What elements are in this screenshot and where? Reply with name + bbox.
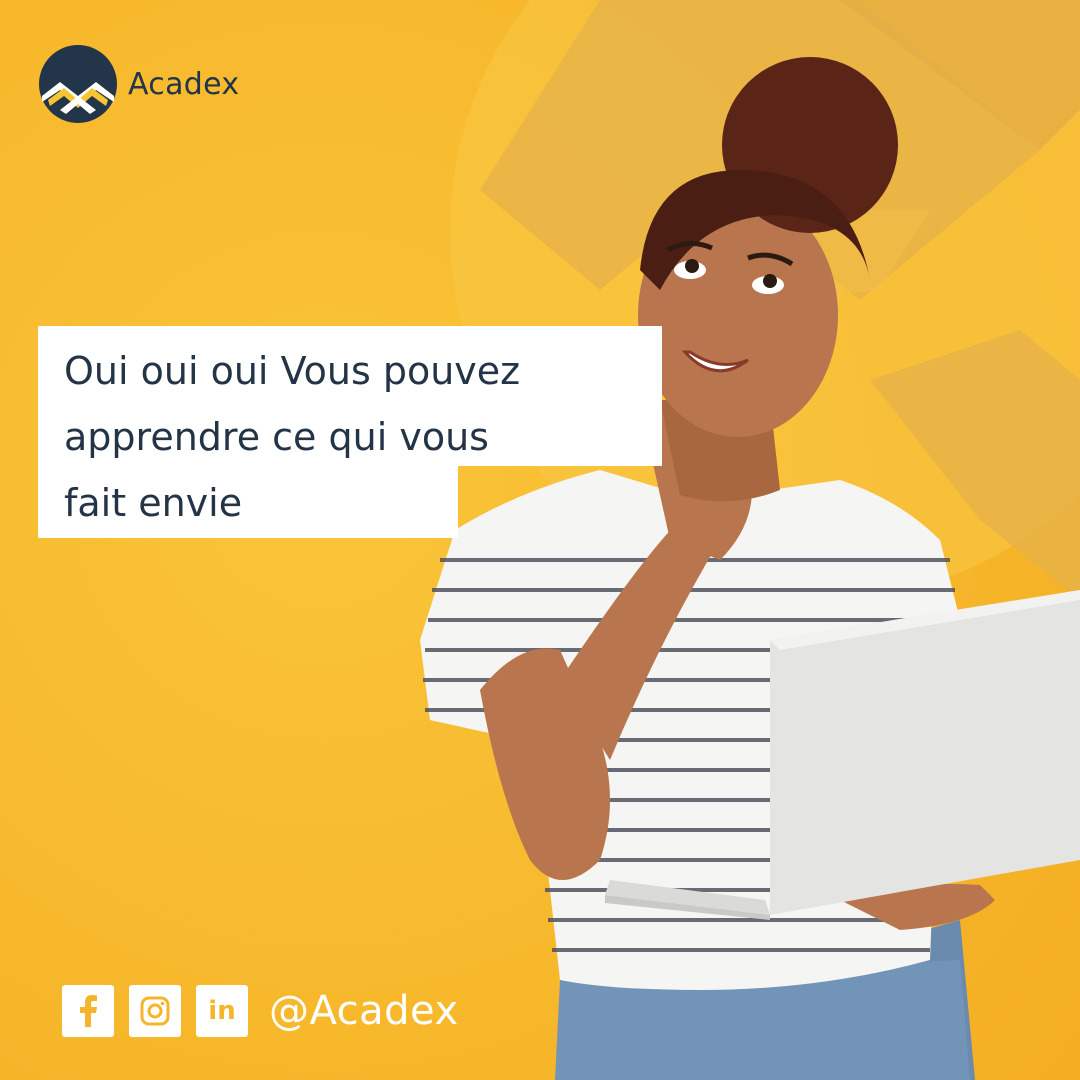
- facebook-button[interactable]: [62, 985, 114, 1037]
- social-links: in @Acadex: [62, 985, 459, 1037]
- ad-canvas: Acadex Oui oui oui Vous pouvez apprendre…: [0, 0, 1080, 1080]
- woman-with-laptop-photo: [420, 57, 1080, 1080]
- headline-text: Oui oui oui Vous pouvez apprendre ce qui…: [64, 349, 521, 525]
- instagram-icon: [140, 996, 170, 1026]
- social-handle[interactable]: @Acadex: [269, 988, 459, 1034]
- acadex-logo-mark-icon: [39, 45, 117, 123]
- facebook-icon: [80, 995, 97, 1027]
- instagram-button[interactable]: [129, 985, 181, 1037]
- linkedin-icon: in: [208, 996, 236, 1026]
- brand-name: Acadex: [128, 66, 240, 102]
- brand-logo[interactable]: Acadex: [38, 44, 239, 124]
- linkedin-button[interactable]: in: [196, 985, 248, 1037]
